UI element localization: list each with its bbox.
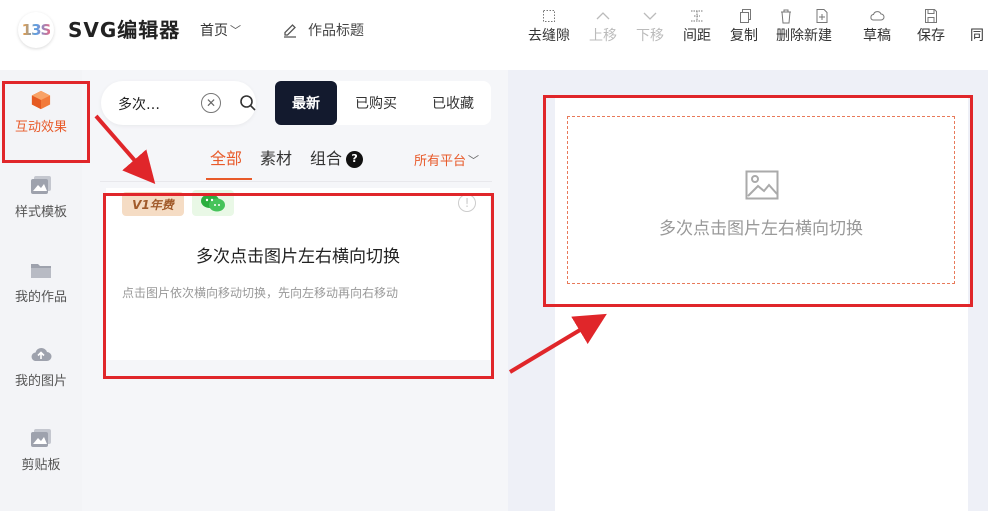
arrow-rail-to-card <box>94 114 156 185</box>
arrow-card-to-canvas <box>508 313 607 374</box>
annotation-arrows <box>94 114 607 374</box>
